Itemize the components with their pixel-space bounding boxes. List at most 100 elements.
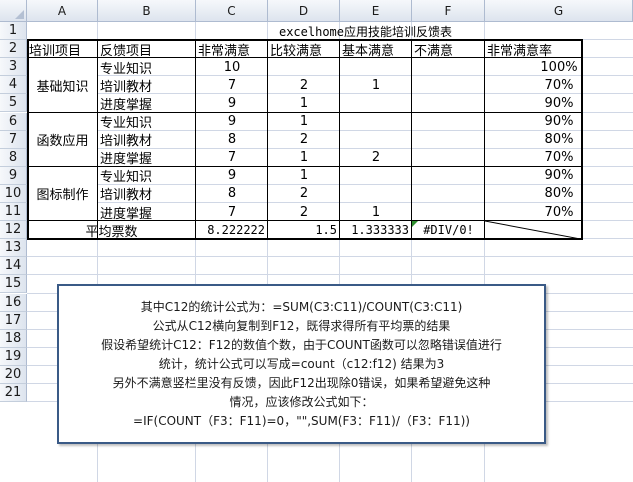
item-cell[interactable]: 专业知识: [98, 167, 196, 185]
table-border: [339, 39, 340, 241]
note-line: 另外不满意竖栏里没有反馈，因此F12出现除0错误，如果希望避免这种: [112, 376, 491, 390]
value-cell[interactable]: [340, 131, 412, 149]
value-cell[interactable]: [340, 58, 412, 76]
row-header-7[interactable]: 7: [0, 130, 27, 149]
value-cell[interactable]: 9: [196, 113, 268, 131]
value-cell[interactable]: 2: [340, 149, 412, 167]
column-header-c[interactable]: C: [196, 0, 268, 22]
row-header-10[interactable]: 10: [0, 184, 27, 203]
column-header-a[interactable]: A: [27, 0, 98, 22]
value-cell[interactable]: 10: [196, 58, 268, 76]
value-cell[interactable]: [268, 58, 340, 76]
average-cell[interactable]: 1.5: [268, 221, 340, 239]
value-cell[interactable]: [340, 94, 412, 112]
value-cell[interactable]: [340, 185, 412, 203]
header-cell[interactable]: 非常满意率: [485, 40, 633, 59]
value-cell[interactable]: 1: [340, 76, 412, 94]
rate-cell[interactable]: 100%: [485, 58, 633, 76]
row-header-6[interactable]: 6: [0, 112, 27, 131]
row-header-3[interactable]: 3: [0, 58, 27, 77]
value-cell[interactable]: 9: [196, 94, 268, 112]
note-line: 公式从C12横向复制到F12，既得求得所有平均票的结果: [152, 319, 451, 333]
error-cell[interactable]: #DIV/0!: [412, 221, 485, 239]
header-cell[interactable]: 比较满意: [268, 40, 340, 59]
row-header-18[interactable]: 18: [0, 329, 27, 348]
value-cell[interactable]: [340, 167, 412, 185]
value-cell[interactable]: 1: [268, 167, 340, 185]
item-cell[interactable]: 培训教材: [98, 76, 196, 95]
value-cell[interactable]: 7: [196, 76, 268, 94]
row-header-4[interactable]: 4: [0, 76, 27, 95]
average-cell[interactable]: 1.333333: [340, 221, 412, 239]
rate-cell[interactable]: 80%: [485, 185, 633, 203]
rate-cell[interactable]: 80%: [485, 131, 633, 149]
column-header-g[interactable]: G: [485, 0, 633, 22]
value-cell[interactable]: 7: [196, 203, 268, 221]
item-cell[interactable]: 进度掌握: [98, 203, 196, 222]
note-line: 其中C12的统计公式为：=SUM(C3:C11)/COUNT(C3:C11): [140, 300, 463, 314]
value-cell[interactable]: 2: [268, 203, 340, 221]
item-cell[interactable]: 培训教材: [98, 131, 196, 149]
row-header-16[interactable]: 16: [0, 293, 27, 312]
average-cell[interactable]: 8.222222: [196, 221, 268, 239]
row-header-14[interactable]: 14: [0, 257, 27, 276]
note-line: 假设希望统计C12：F12的数值个数，由于COUNT函数可以忽略错误值进行: [101, 338, 502, 352]
row-header-15[interactable]: 15: [0, 275, 27, 294]
item-cell[interactable]: 培训教材: [98, 185, 196, 203]
value-cell[interactable]: 8: [196, 131, 268, 149]
value-cell[interactable]: 9: [196, 167, 268, 185]
header-cell[interactable]: 不满意: [412, 40, 485, 59]
rate-cell[interactable]: 70%: [485, 76, 633, 94]
row-header-12[interactable]: 12: [0, 221, 27, 240]
row-header-19[interactable]: 19: [0, 347, 27, 366]
value-cell[interactable]: 1: [268, 94, 340, 112]
header-cell[interactable]: 非常满意: [196, 40, 268, 59]
average-label-cell[interactable]: 平均票数: [27, 221, 196, 240]
rate-cell[interactable]: 70%: [485, 149, 633, 167]
row-header-1[interactable]: 1: [0, 22, 27, 41]
header-cell[interactable]: 反馈项目: [98, 40, 196, 59]
header-cell[interactable]: 基本满意: [340, 40, 412, 59]
item-cell[interactable]: 专业知识: [98, 113, 196, 131]
row-header-20[interactable]: 20: [0, 365, 27, 384]
value-cell[interactable]: 2: [268, 76, 340, 94]
sheet-title-cell[interactable]: excelhome应用技能培训反馈表: [98, 22, 633, 40]
row-header-21[interactable]: 21: [0, 384, 27, 403]
value-cell[interactable]: 8: [196, 185, 268, 203]
rate-cell[interactable]: 90%: [485, 167, 633, 185]
annotation-textbox[interactable]: 其中C12的统计公式为：=SUM(C3:C11)/COUNT(C3:C11) 公…: [57, 284, 546, 444]
column-header-b[interactable]: B: [98, 0, 196, 22]
row-header-17[interactable]: 17: [0, 311, 27, 330]
header-cell[interactable]: 培训项目: [27, 40, 98, 59]
column-header-f[interactable]: F: [412, 0, 485, 22]
rate-cell[interactable]: 90%: [485, 113, 633, 131]
row-header-8[interactable]: 8: [0, 148, 27, 167]
column-header-e[interactable]: E: [340, 0, 412, 22]
item-cell[interactable]: 进度掌握: [98, 94, 196, 113]
error-indicator-icon[interactable]: [412, 221, 418, 228]
group-cell[interactable]: 函数应用: [27, 112, 98, 167]
value-cell[interactable]: 1: [340, 203, 412, 221]
value-cell[interactable]: 2: [268, 185, 340, 203]
item-cell[interactable]: 进度掌握: [98, 149, 196, 167]
table-border: [27, 39, 29, 241]
value-cell[interactable]: 7: [196, 149, 268, 167]
column-header-d[interactable]: D: [268, 0, 340, 22]
value-cell[interactable]: 2: [268, 131, 340, 149]
value-cell[interactable]: [340, 113, 412, 131]
group-cell[interactable]: 基础知识: [27, 58, 98, 113]
value-cell[interactable]: 1: [268, 113, 340, 131]
group-cell[interactable]: 图标制作: [27, 166, 98, 222]
item-cell[interactable]: 专业知识: [98, 58, 196, 77]
note-line: =IF(COUNT（F3：F11)=0，"",SUM(F3：F11)/（F3：F…: [133, 414, 470, 428]
row-header-11[interactable]: 11: [0, 203, 27, 222]
rate-cell[interactable]: 70%: [485, 203, 633, 221]
row-header-9[interactable]: 9: [0, 166, 27, 185]
select-all-corner[interactable]: [0, 0, 27, 22]
row-header-2[interactable]: 2: [0, 40, 27, 59]
row-header-13[interactable]: 13: [0, 239, 27, 258]
row-header-5[interactable]: 5: [0, 94, 27, 113]
value-cell[interactable]: 1: [268, 149, 340, 167]
rate-cell[interactable]: 90%: [485, 94, 633, 112]
table-border: [195, 39, 196, 241]
